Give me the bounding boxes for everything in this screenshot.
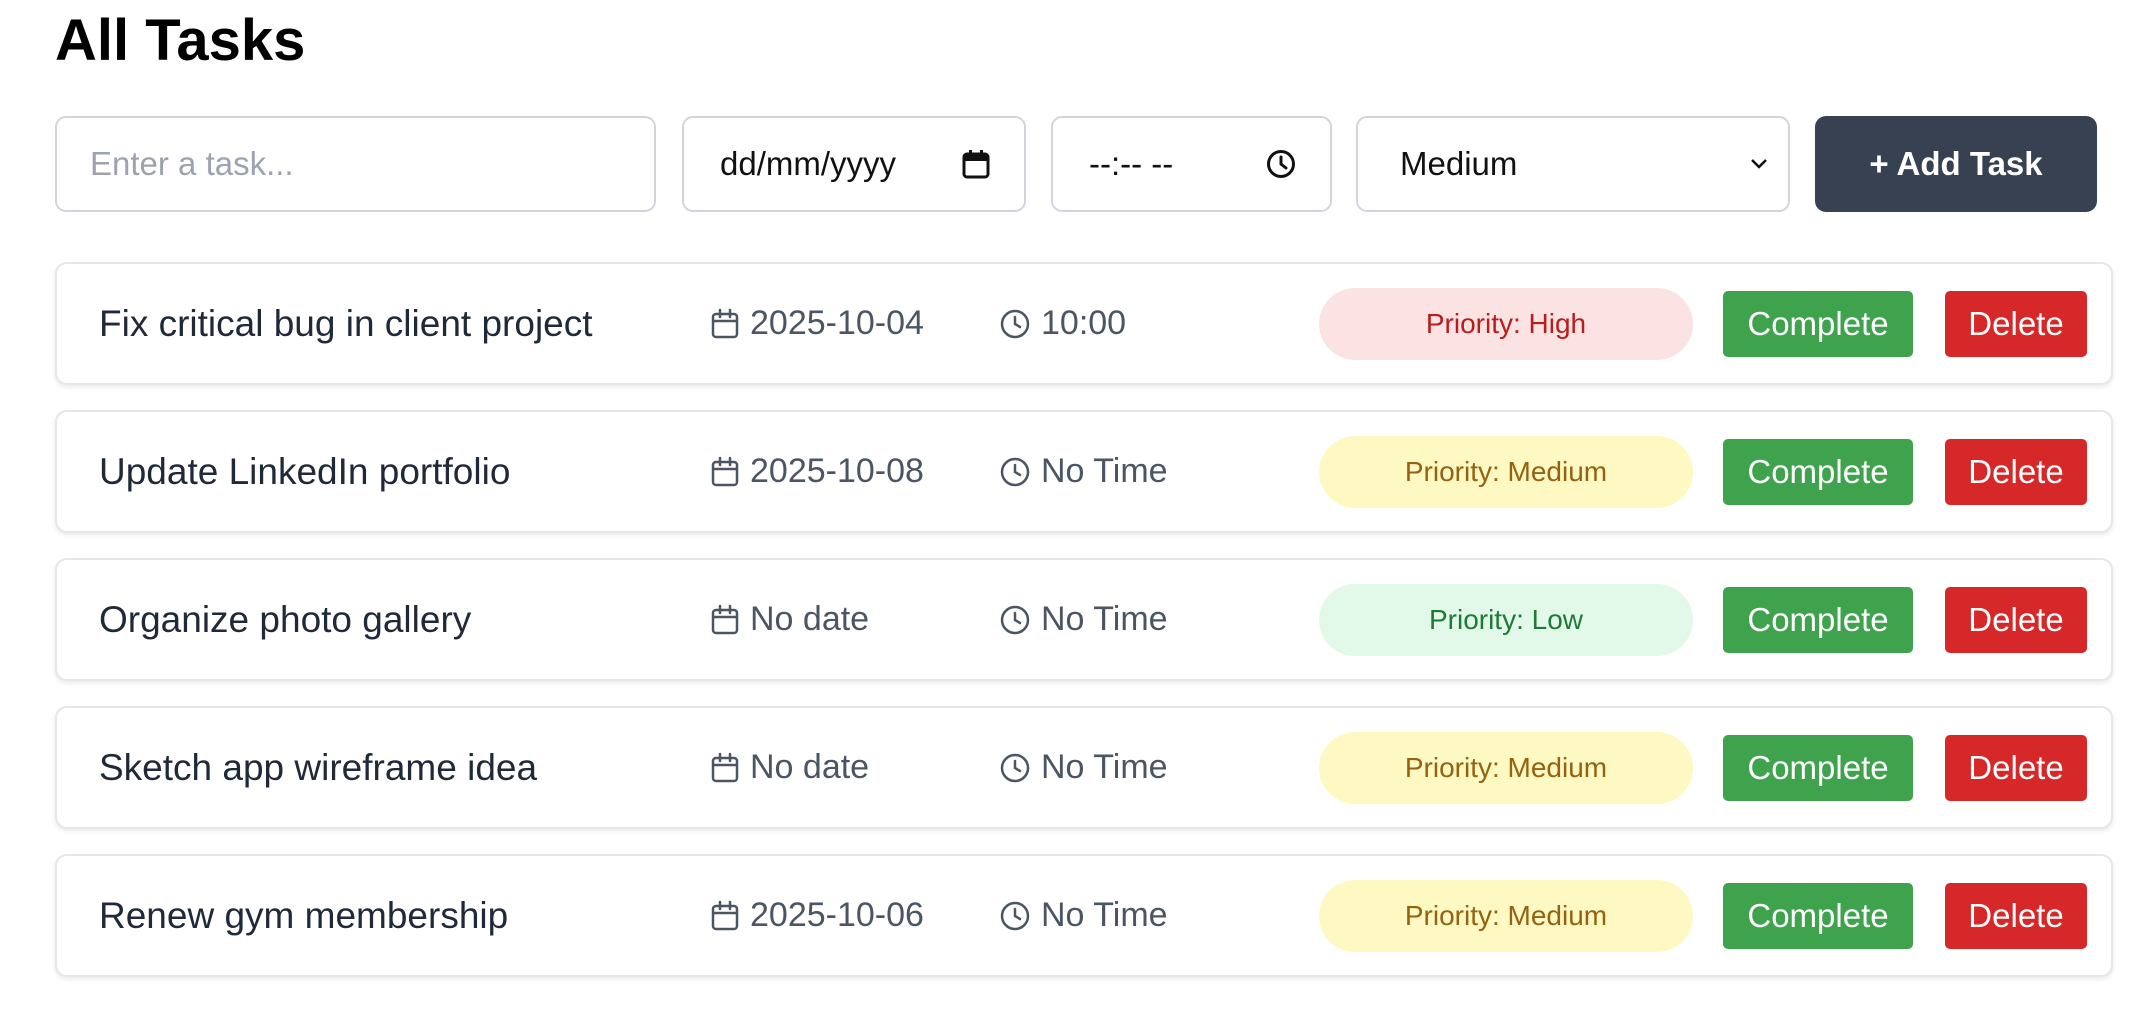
priority-badge: Priority: High	[1319, 287, 1693, 360]
task-name: Fix critical bug in client project	[99, 302, 593, 344]
task-date: No date	[710, 708, 869, 827]
clock-icon	[1000, 901, 1030, 930]
task-time-text: No Time	[1041, 896, 1168, 934]
task-time-text: No Time	[1041, 452, 1168, 490]
task-time: No Time	[999, 412, 1168, 531]
task-name: Sketch app wireframe idea	[99, 746, 538, 788]
task-row: Update LinkedIn portfolio 2025-10-08 No …	[55, 410, 2113, 533]
add-task-button[interactable]: + Add Task	[1815, 116, 2097, 212]
priority-select[interactable]: Medium	[1356, 116, 1790, 212]
clock-icon	[1000, 753, 1030, 782]
task-row: Sketch app wireframe idea No date No Tim…	[55, 706, 2113, 829]
task-date: No date	[710, 560, 869, 679]
task-time-text: No Time	[1041, 600, 1168, 638]
task-name: Renew gym membership	[99, 894, 509, 936]
time-input-placeholder: --:-- --	[1089, 145, 1174, 182]
priority-badge: Priority: Medium	[1319, 879, 1693, 952]
calendar-icon	[711, 456, 739, 486]
task-date-text: 2025-10-04	[750, 304, 924, 342]
calendar-icon	[711, 308, 739, 338]
task-time: No Time	[999, 856, 1168, 975]
task-date: 2025-10-06	[710, 856, 924, 975]
priority-select-value: Medium	[1400, 145, 1518, 182]
priority-badge: Priority: Medium	[1319, 731, 1693, 804]
delete-button[interactable]: Delete	[1945, 290, 2087, 357]
priority-badge: Priority: Low	[1319, 583, 1693, 656]
task-time: No Time	[999, 560, 1168, 679]
task-date-text: 2025-10-08	[750, 452, 924, 490]
task-time-text: 10:00	[1041, 304, 1127, 342]
calendar-icon[interactable]	[962, 149, 990, 179]
clock-icon[interactable]	[1266, 149, 1296, 179]
time-input[interactable]: --:-- --	[1051, 116, 1332, 212]
task-date: 2025-10-04	[710, 264, 924, 383]
clock-icon	[1000, 309, 1030, 338]
task-input-placeholder: Enter a task...	[90, 145, 294, 182]
clock-icon	[1000, 605, 1030, 634]
date-input-placeholder: dd/mm/yyyy	[720, 145, 897, 182]
delete-button[interactable]: Delete	[1945, 734, 2087, 801]
chevron-down-icon	[1750, 158, 1768, 170]
task-name: Organize photo gallery	[99, 598, 472, 640]
calendar-icon	[711, 900, 739, 930]
task-time: No Time	[999, 708, 1168, 827]
task-row: Fix critical bug in client project 2025-…	[55, 262, 2113, 385]
task-date-text: No date	[750, 600, 870, 638]
calendar-icon	[711, 604, 739, 634]
task-date-text: 2025-10-06	[750, 896, 924, 934]
task-date-text: No date	[750, 748, 870, 786]
delete-button[interactable]: Delete	[1945, 586, 2087, 653]
task-time: 10:00	[999, 264, 1126, 383]
calendar-icon	[711, 752, 739, 782]
task-date: 2025-10-08	[710, 412, 924, 531]
task-row: Organize photo gallery No date No Time P…	[55, 558, 2113, 681]
delete-button[interactable]: Delete	[1945, 882, 2087, 949]
complete-button[interactable]: Complete	[1723, 734, 1913, 801]
complete-button[interactable]: Complete	[1723, 290, 1913, 357]
complete-button[interactable]: Complete	[1723, 882, 1913, 949]
clock-icon	[1000, 457, 1030, 486]
task-row: Renew gym membership 2025-10-06 No Time …	[55, 854, 2113, 977]
task-name: Update LinkedIn portfolio	[99, 450, 511, 492]
date-input[interactable]: dd/mm/yyyy	[682, 116, 1026, 212]
priority-badge: Priority: Medium	[1319, 435, 1693, 508]
task-time-text: No Time	[1041, 748, 1168, 786]
complete-button[interactable]: Complete	[1723, 586, 1913, 653]
task-input[interactable]: Enter a task...	[55, 116, 656, 212]
complete-button[interactable]: Complete	[1723, 438, 1913, 505]
delete-button[interactable]: Delete	[1945, 438, 2087, 505]
page-title: All Tasks	[55, 8, 306, 73]
